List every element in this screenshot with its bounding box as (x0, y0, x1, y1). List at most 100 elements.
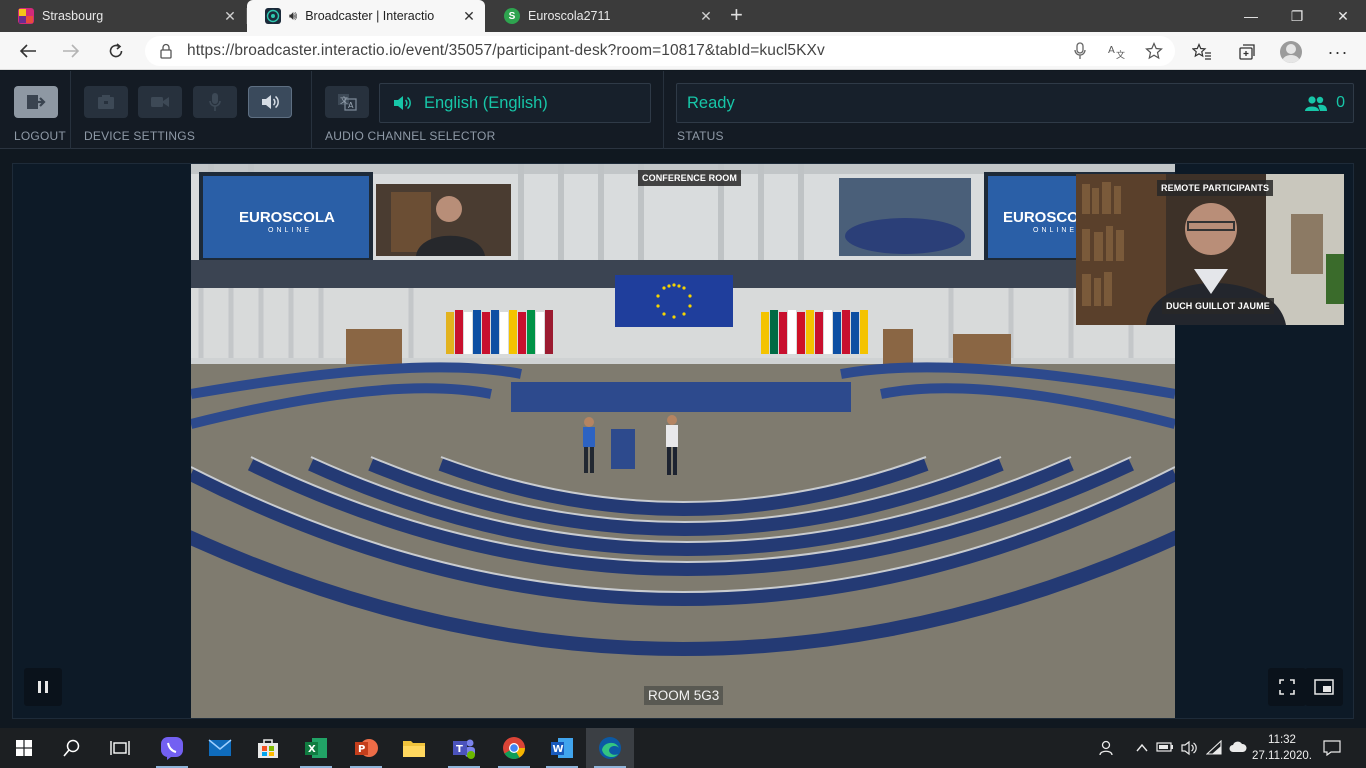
chevron-up-icon[interactable] (1132, 740, 1152, 756)
close-tab-icon[interactable]: ✕ (222, 8, 238, 24)
system-clock[interactable]: 11:32 27.11.2020. (1246, 732, 1318, 764)
speaker-playing-icon[interactable]: 🔊︎ (289, 8, 297, 24)
task-view-icon (110, 741, 130, 755)
excel-icon: X (305, 738, 327, 758)
speaker-device-button[interactable] (84, 86, 128, 118)
microphone-icon[interactable] (1070, 41, 1090, 61)
tab-broadcaster[interactable]: 🔊︎ Broadcaster | Interactio ✕ (247, 0, 485, 32)
svg-text:T: T (456, 744, 463, 755)
battery-icon[interactable] (1155, 740, 1175, 756)
participants-icon (1305, 96, 1328, 111)
browser-tab-bar: Strasbourg ✕ 🔊︎ Broadcaster | Interactio… (0, 0, 1366, 32)
status-label: STATUS (677, 129, 724, 143)
windows-taskbar: X P T W 11:32 27.11.2020. (0, 728, 1366, 768)
search-icon (63, 739, 80, 757)
url-text[interactable]: https://broadcaster.interactio.io/event/… (187, 42, 825, 60)
mail-app[interactable] (196, 728, 244, 768)
hemicycle-scene: EUROSCOLA ONLINE EUROSCOLA ONLINE (191, 164, 1175, 718)
pause-button[interactable] (24, 668, 62, 706)
status-value: Ready (687, 93, 735, 112)
favorites-list-icon[interactable] (1191, 41, 1213, 63)
url-bar[interactable]: https://broadcaster.interactio.io/event/… (145, 36, 1175, 66)
screen-sub-right: ONLINE (1033, 227, 1077, 234)
powerpoint-icon: P (355, 739, 378, 757)
chrome-app[interactable] (490, 728, 538, 768)
viber-app[interactable] (148, 728, 196, 768)
status-display: Ready 0 (676, 83, 1354, 123)
store-icon (258, 739, 278, 758)
divider (311, 71, 312, 149)
room-label: ROOM 5G3 (644, 686, 724, 705)
svg-text:文: 文 (340, 95, 348, 105)
language-button[interactable]: 文A (325, 86, 369, 118)
fullscreen-icon (1279, 679, 1295, 695)
close-tab-icon[interactable]: ✕ (698, 8, 714, 24)
volume-icon[interactable] (1179, 740, 1199, 759)
forward-button[interactable] (56, 37, 86, 65)
picture-in-picture-icon (1314, 679, 1334, 695)
new-tab-button[interactable]: + (730, 4, 743, 26)
audio-channel-selector[interactable]: English (English) (379, 83, 651, 123)
tab-title: Broadcaster | Interactio (305, 9, 435, 23)
fullscreen-button[interactable] (1268, 668, 1306, 706)
minimize-button[interactable]: — (1228, 0, 1274, 32)
teams-app[interactable]: T (440, 728, 488, 768)
tab-title: Euroscola2711 (528, 9, 611, 23)
svg-text:A: A (348, 101, 354, 110)
more-options-icon[interactable]: ··· (1327, 41, 1349, 63)
people-icon[interactable] (1096, 740, 1116, 759)
remote-participants-tag: REMOTE PARTICIPANTS (1157, 180, 1274, 196)
task-view-button[interactable] (96, 728, 144, 768)
conference-video[interactable]: EUROSCOLA ONLINE EUROSCOLA ONLINE CONFER… (191, 164, 1175, 718)
notifications-icon[interactable] (1322, 740, 1342, 759)
word-app[interactable]: W (538, 728, 586, 768)
eu-flag (615, 275, 733, 327)
file-explorer-icon (403, 741, 425, 757)
wifi-icon[interactable] (1205, 739, 1225, 759)
logout-button[interactable] (14, 86, 58, 118)
translate-icon[interactable]: A文 (1107, 41, 1127, 61)
store-app[interactable] (244, 728, 292, 768)
clock-date: 27.11.2020. (1252, 750, 1312, 762)
edge-app[interactable] (586, 728, 634, 768)
favorite-star-icon[interactable] (1144, 41, 1164, 61)
maximize-button[interactable]: ❐ (1274, 0, 1320, 32)
audio-channel-label: AUDIO CHANNEL SELECTOR (325, 129, 496, 143)
edge-icon (599, 737, 621, 759)
speaker-button[interactable] (248, 86, 292, 118)
participant-counter: 0 (1304, 94, 1345, 112)
tab-euroscola[interactable]: S Euroscola2711 ✕ (486, 0, 722, 32)
microphone-button[interactable] (193, 86, 237, 118)
start-button[interactable] (0, 728, 48, 768)
lock-icon[interactable] (159, 43, 173, 59)
pause-icon (38, 681, 48, 693)
close-window-button[interactable]: ✕ (1320, 0, 1366, 32)
svg-text:W: W (553, 744, 564, 755)
cloud-icon[interactable] (1228, 740, 1248, 756)
conference-room-tag: CONFERENCE ROOM (638, 170, 742, 186)
tab-strasbourg[interactable]: Strasbourg ✕ (0, 0, 246, 32)
search-button[interactable] (48, 728, 96, 768)
svg-text:P: P (358, 744, 365, 755)
device-box-icon (98, 95, 114, 109)
powerpoint-app[interactable]: P (342, 728, 390, 768)
divider (70, 71, 71, 149)
profile-avatar[interactable] (1280, 41, 1302, 63)
app-control-bar: LOGOUT DEVICE SETTINGS 文A English (Engli… (0, 71, 1366, 149)
speaker-name-tag: DUCH GUILLOT JAUME (1162, 298, 1274, 314)
camera-button[interactable] (138, 86, 182, 118)
svg-text:X: X (308, 744, 316, 755)
close-tab-icon[interactable]: ✕ (461, 8, 477, 24)
file-explorer-app[interactable] (390, 728, 438, 768)
refresh-button[interactable] (101, 37, 131, 65)
remote-participant-video[interactable]: REMOTE PARTICIPANTS DUCH GUILLOT JAUME (1076, 174, 1344, 325)
picture-in-picture-button[interactable] (1305, 668, 1343, 706)
back-button[interactable] (13, 37, 43, 65)
tab-title: Strasbourg (42, 9, 104, 23)
teams-icon: T (453, 739, 475, 759)
excel-app[interactable]: X (292, 728, 340, 768)
euroscola-favicon: S (504, 8, 520, 24)
participant-count: 0 (1336, 94, 1345, 111)
camera-icon (151, 97, 169, 107)
collections-icon[interactable] (1236, 41, 1258, 63)
